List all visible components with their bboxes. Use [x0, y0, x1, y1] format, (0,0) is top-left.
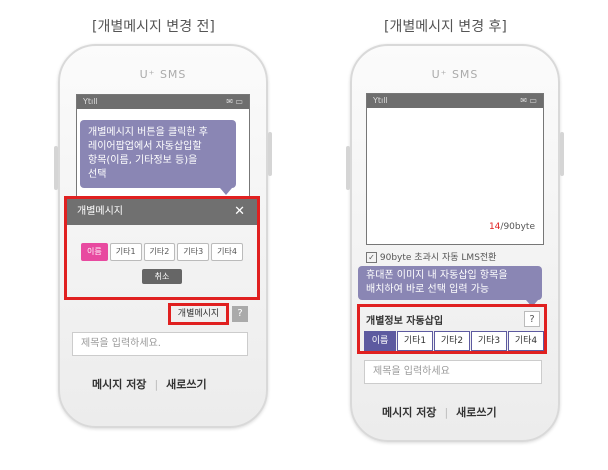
chip-etc3[interactable]: 기타3 [177, 243, 210, 261]
side-button [268, 132, 272, 176]
save-message-button[interactable]: 메시지 저장 [92, 378, 146, 391]
auto-insert-title: 개별정보 자동삽입 [366, 316, 444, 327]
chip-etc2[interactable]: 기타2 [434, 331, 470, 351]
subject-input[interactable]: 제목을 입력하세요 [364, 360, 542, 384]
lms-notice: 90byte 초과시 자동 LMS전환 [379, 253, 497, 263]
divider: | [444, 406, 449, 419]
new-message-button[interactable]: 새로쓰기 [456, 406, 496, 419]
tooltip-line: 개별메시지 버튼을 클릭한 후 [88, 127, 208, 138]
signal-icon: Ytıll [83, 97, 98, 106]
highlight-box: 개별정보 자동삽입 ? 이름 기타1 기타2 기타3 기타4 [357, 304, 547, 354]
instruction-tooltip: 휴대폰 이미지 내 자동삽입 항목을 배치하여 바로 선택 입력 가능 [358, 266, 542, 307]
chip-etc1[interactable]: 기타1 [397, 331, 433, 351]
close-icon[interactable]: ✕ [234, 199, 245, 225]
save-message-button[interactable]: 메시지 저장 [382, 406, 436, 419]
popup-title: 개별메시지 [77, 206, 123, 217]
tooltip-line: 배치하여 바로 선택 입력 가능 [366, 284, 490, 295]
chip-name[interactable]: 이름 [81, 243, 108, 261]
chip-etc4[interactable]: 기타4 [508, 331, 544, 351]
brand-logo: U⁺ SMS [431, 68, 479, 81]
lms-option: ✓ 90byte 초과시 자동 LMS전환 [366, 250, 496, 263]
phone-after: U⁺ SMS Ytıll ✉ ▭ 14/90byte ✓ 90byte 초과시 … [346, 44, 564, 442]
tooltip-line: 휴대폰 이미지 내 자동삽입 항목을 [366, 270, 508, 281]
before-caption: [개별메시지 변경 전] [92, 19, 215, 35]
divider: | [154, 378, 159, 391]
highlight-box: 개별메시지 [168, 303, 229, 325]
highlight-box: 개별메시지 ✕ 이름 기타1 기타2 기타3 기타4 취소 [64, 196, 260, 300]
side-button [560, 132, 564, 176]
chip-row: 이름 기타1 기타2 기타3 기타4 [364, 331, 544, 351]
chip-row: 이름 기타1 기타2 기타3 기타4 [67, 239, 257, 261]
chip-etc4[interactable]: 기타4 [211, 243, 243, 261]
new-message-button[interactable]: 새로쓰기 [166, 378, 206, 391]
side-button [346, 146, 350, 190]
status-bar: Ytıll ✉ ▭ [367, 94, 543, 108]
help-icon[interactable]: ? [232, 306, 248, 322]
tooltip-line: 레이어팝업에서 자동삽입할 [88, 141, 202, 152]
action-bar: 메시지 저장 | 새로쓰기 [92, 376, 207, 392]
byte-counter: 14/90byte [489, 222, 535, 232]
byte-total: /90byte [500, 222, 535, 232]
tooltip-line: 선택 [88, 169, 107, 180]
message-screen[interactable]: Ytıll ✉ ▭ 14/90byte [366, 93, 544, 245]
chip-name[interactable]: 이름 [364, 331, 396, 351]
tooltip-arrow [220, 188, 232, 195]
chip-etc1[interactable]: 기타1 [109, 243, 142, 261]
help-icon[interactable]: ? [524, 311, 540, 327]
after-caption: [개별메시지 변경 후] [384, 19, 507, 35]
tooltip-line: 항목(이름, 기타정보 등)을 [88, 155, 198, 166]
byte-count: 14 [488, 222, 501, 232]
chip-etc3[interactable]: 기타3 [471, 331, 507, 351]
cancel-button[interactable]: 취소 [142, 269, 182, 284]
signal-icon: Ytıll [373, 96, 388, 105]
status-bar: Ytıll ✉ ▭ [77, 95, 249, 109]
chip-etc2[interactable]: 기타2 [143, 243, 176, 261]
battery-icon: ✉ ▭ [520, 96, 537, 105]
brand-logo: U⁺ SMS [139, 68, 187, 81]
personal-message-button[interactable]: 개별메시지 [173, 308, 224, 320]
checkbox-checked-icon[interactable]: ✓ [366, 252, 377, 263]
subject-input[interactable]: 제목을 입력하세요. [72, 332, 248, 356]
side-button [54, 146, 58, 190]
action-bar: 메시지 저장 | 새로쓰기 [382, 404, 497, 420]
popup-header: 개별메시지 ✕ [67, 199, 257, 225]
instruction-tooltip: 개별메시지 버튼을 클릭한 후 레이어팝업에서 자동삽입할 항목(이름, 기타정… [80, 120, 236, 195]
battery-icon: ✉ ▭ [226, 97, 243, 106]
